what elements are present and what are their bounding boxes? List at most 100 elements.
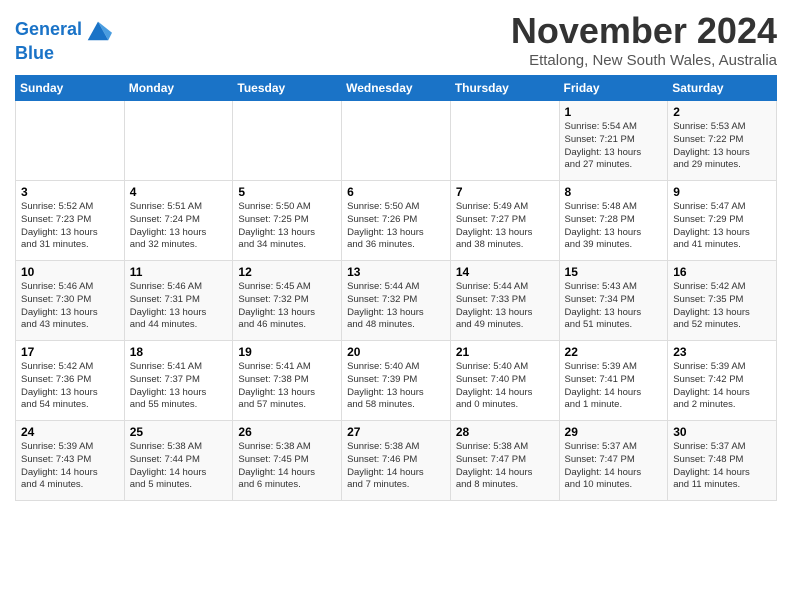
day-info: Sunrise: 5:43 AMSunset: 7:34 PMDaylight:… xyxy=(565,281,663,332)
calendar-cell: 8 Sunrise: 5:48 AMSunset: 7:28 PMDaylight… xyxy=(559,181,668,261)
calendar-header: SundayMondayTuesdayWednesdayThursdayFrid… xyxy=(16,76,777,101)
day-number: 9 xyxy=(673,185,771,199)
day-info: Sunrise: 5:38 AMSunset: 7:45 PMDaylight:… xyxy=(238,441,336,492)
day-info: Sunrise: 5:41 AMSunset: 7:37 PMDaylight:… xyxy=(130,361,228,412)
day-number: 27 xyxy=(347,425,445,439)
day-number: 14 xyxy=(456,265,554,279)
day-number: 28 xyxy=(456,425,554,439)
day-info: Sunrise: 5:44 AMSunset: 7:32 PMDaylight:… xyxy=(347,281,445,332)
day-info: Sunrise: 5:39 AMSunset: 7:43 PMDaylight:… xyxy=(21,441,119,492)
day-number: 12 xyxy=(238,265,336,279)
day-number: 3 xyxy=(21,185,119,199)
day-info: Sunrise: 5:53 AMSunset: 7:22 PMDaylight:… xyxy=(673,121,771,172)
calendar-cell: 12 Sunrise: 5:45 AMSunset: 7:32 PMDayligh… xyxy=(233,261,342,341)
calendar-week-4: 17 Sunrise: 5:42 AMSunset: 7:36 PMDayligh… xyxy=(16,341,777,421)
day-info: Sunrise: 5:38 AMSunset: 7:47 PMDaylight:… xyxy=(456,441,554,492)
day-number: 5 xyxy=(238,185,336,199)
day-number: 22 xyxy=(565,345,663,359)
day-number: 13 xyxy=(347,265,445,279)
day-number: 8 xyxy=(565,185,663,199)
calendar-cell: 29 Sunrise: 5:37 AMSunset: 7:47 PMDayligh… xyxy=(559,421,668,501)
calendar-cell: 10 Sunrise: 5:46 AMSunset: 7:30 PMDayligh… xyxy=(16,261,125,341)
day-info: Sunrise: 5:50 AMSunset: 7:26 PMDaylight:… xyxy=(347,201,445,252)
calendar-cell: 13 Sunrise: 5:44 AMSunset: 7:32 PMDayligh… xyxy=(342,261,451,341)
day-number: 6 xyxy=(347,185,445,199)
calendar-cell xyxy=(124,101,233,181)
day-number: 19 xyxy=(238,345,336,359)
calendar-body: 1Sunrise: 5:54 AMSunset: 7:21 PMDaylight… xyxy=(16,101,777,501)
day-info: Sunrise: 5:37 AMSunset: 7:47 PMDaylight:… xyxy=(565,441,663,492)
day-info: Sunrise: 5:38 AMSunset: 7:44 PMDaylight:… xyxy=(130,441,228,492)
day-info: Sunrise: 5:42 AMSunset: 7:35 PMDaylight:… xyxy=(673,281,771,332)
day-info: Sunrise: 5:42 AMSunset: 7:36 PMDaylight:… xyxy=(21,361,119,412)
day-info: Sunrise: 5:45 AMSunset: 7:32 PMDaylight:… xyxy=(238,281,336,332)
calendar-week-2: 3 Sunrise: 5:52 AMSunset: 7:23 PMDaylight… xyxy=(16,181,777,261)
day-number: 10 xyxy=(21,265,119,279)
day-number: 24 xyxy=(21,425,119,439)
calendar-cell: 27Sunrise: 5:38 AMSunset: 7:46 PMDayligh… xyxy=(342,421,451,501)
day-number: 29 xyxy=(565,425,663,439)
calendar-cell: 3 Sunrise: 5:52 AMSunset: 7:23 PMDaylight… xyxy=(16,181,125,261)
calendar-table: SundayMondayTuesdayWednesdayThursdayFrid… xyxy=(15,75,777,501)
calendar-cell xyxy=(233,101,342,181)
day-info: Sunrise: 5:39 AMSunset: 7:42 PMDaylight:… xyxy=(673,361,771,412)
day-info: Sunrise: 5:54 AMSunset: 7:21 PMDaylight:… xyxy=(565,121,663,172)
calendar-cell: 30 Sunrise: 5:37 AMSunset: 7:48 PMDayligh… xyxy=(668,421,777,501)
calendar-cell: 19 Sunrise: 5:41 AMSunset: 7:38 PMDayligh… xyxy=(233,341,342,421)
day-info: Sunrise: 5:40 AMSunset: 7:40 PMDaylight:… xyxy=(456,361,554,412)
day-number: 26 xyxy=(238,425,336,439)
header-sunday: Sunday xyxy=(16,76,125,101)
calendar-cell: 4Sunrise: 5:51 AMSunset: 7:24 PMDaylight… xyxy=(124,181,233,261)
calendar-cell xyxy=(342,101,451,181)
logo-text-line2: Blue xyxy=(15,44,112,64)
day-info: Sunrise: 5:41 AMSunset: 7:38 PMDaylight:… xyxy=(238,361,336,412)
calendar-cell: 16Sunrise: 5:42 AMSunset: 7:35 PMDayligh… xyxy=(668,261,777,341)
logo: General Blue xyxy=(15,16,112,64)
day-number: 11 xyxy=(130,265,228,279)
calendar-cell xyxy=(450,101,559,181)
title-section: November 2024 Ettalong, New South Wales,… xyxy=(511,10,777,69)
calendar-cell: 23 Sunrise: 5:39 AMSunset: 7:42 PMDayligh… xyxy=(668,341,777,421)
calendar-cell: 25 Sunrise: 5:38 AMSunset: 7:44 PMDayligh… xyxy=(124,421,233,501)
calendar-week-5: 24 Sunrise: 5:39 AMSunset: 7:43 PMDayligh… xyxy=(16,421,777,501)
calendar-cell: 28 Sunrise: 5:38 AMSunset: 7:47 PMDayligh… xyxy=(450,421,559,501)
calendar-cell: 17 Sunrise: 5:42 AMSunset: 7:36 PMDayligh… xyxy=(16,341,125,421)
day-info: Sunrise: 5:46 AMSunset: 7:31 PMDaylight:… xyxy=(130,281,228,332)
day-number: 15 xyxy=(565,265,663,279)
day-number: 17 xyxy=(21,345,119,359)
day-number: 20 xyxy=(347,345,445,359)
calendar-cell: 15 Sunrise: 5:43 AMSunset: 7:34 PMDayligh… xyxy=(559,261,668,341)
calendar-cell: 18 Sunrise: 5:41 AMSunset: 7:37 PMDayligh… xyxy=(124,341,233,421)
location: Ettalong, New South Wales, Australia xyxy=(511,52,777,69)
calendar-cell: 9 Sunrise: 5:47 AMSunset: 7:29 PMDaylight… xyxy=(668,181,777,261)
day-number: 21 xyxy=(456,345,554,359)
logo-text-line1: General xyxy=(15,20,82,40)
day-info: Sunrise: 5:48 AMSunset: 7:28 PMDaylight:… xyxy=(565,201,663,252)
day-number: 18 xyxy=(130,345,228,359)
calendar-cell: 11 Sunrise: 5:46 AMSunset: 7:31 PMDayligh… xyxy=(124,261,233,341)
calendar-cell: 1Sunrise: 5:54 AMSunset: 7:21 PMDaylight… xyxy=(559,101,668,181)
calendar-week-1: 1Sunrise: 5:54 AMSunset: 7:21 PMDaylight… xyxy=(16,101,777,181)
day-number: 30 xyxy=(673,425,771,439)
calendar-cell xyxy=(16,101,125,181)
day-number: 25 xyxy=(130,425,228,439)
day-info: Sunrise: 5:37 AMSunset: 7:48 PMDaylight:… xyxy=(673,441,771,492)
day-number: 4 xyxy=(130,185,228,199)
day-info: Sunrise: 5:47 AMSunset: 7:29 PMDaylight:… xyxy=(673,201,771,252)
day-number: 23 xyxy=(673,345,771,359)
day-info: Sunrise: 5:40 AMSunset: 7:39 PMDaylight:… xyxy=(347,361,445,412)
calendar-cell: 14Sunrise: 5:44 AMSunset: 7:33 PMDayligh… xyxy=(450,261,559,341)
month-title: November 2024 xyxy=(511,10,777,52)
header-friday: Friday xyxy=(559,76,668,101)
calendar-cell: 20 Sunrise: 5:40 AMSunset: 7:39 PMDayligh… xyxy=(342,341,451,421)
day-info: Sunrise: 5:52 AMSunset: 7:23 PMDaylight:… xyxy=(21,201,119,252)
header-monday: Monday xyxy=(124,76,233,101)
calendar-cell: 21 Sunrise: 5:40 AMSunset: 7:40 PMDayligh… xyxy=(450,341,559,421)
header-wednesday: Wednesday xyxy=(342,76,451,101)
header-saturday: Saturday xyxy=(668,76,777,101)
header-thursday: Thursday xyxy=(450,76,559,101)
day-info: Sunrise: 5:46 AMSunset: 7:30 PMDaylight:… xyxy=(21,281,119,332)
day-info: Sunrise: 5:50 AMSunset: 7:25 PMDaylight:… xyxy=(238,201,336,252)
logo-icon xyxy=(84,16,112,44)
day-number: 2 xyxy=(673,105,771,119)
